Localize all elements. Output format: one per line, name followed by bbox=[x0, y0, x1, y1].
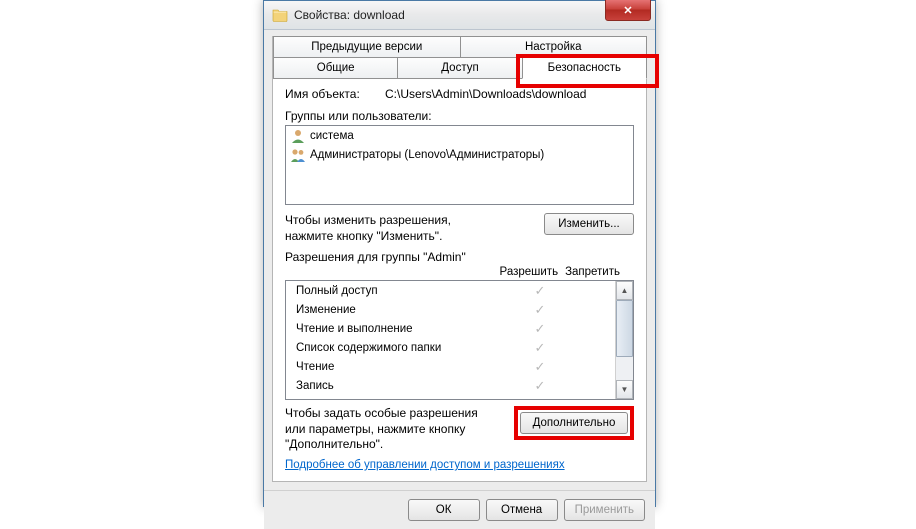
edit-button[interactable]: Изменить... bbox=[544, 213, 634, 235]
allow-header: Разрешить bbox=[500, 266, 559, 278]
list-item-label: Администраторы (Lenovo\Администраторы) bbox=[310, 149, 544, 161]
tab-row-2: Общие Доступ Безопасность bbox=[273, 58, 646, 79]
perm-row[interactable]: Запись ✓ bbox=[286, 376, 615, 395]
scroll-up-button[interactable]: ▲ bbox=[616, 281, 633, 300]
close-button[interactable]: ✕ bbox=[605, 0, 651, 21]
perm-name: Чтение и выполнение bbox=[286, 323, 515, 335]
apply-button[interactable]: Применить bbox=[564, 499, 645, 521]
edit-hint-text: Чтобы изменить разрешения, нажмите кнопк… bbox=[285, 213, 485, 244]
check-icon: ✓ bbox=[515, 302, 565, 318]
perm-name: Чтение bbox=[286, 361, 515, 373]
permissions-listbox: Полный доступ ✓ Изменение ✓ Чтение и вып… bbox=[285, 280, 634, 400]
titlebar[interactable]: Свойства: download ✕ bbox=[264, 1, 655, 30]
tab-security[interactable]: Безопасность bbox=[522, 57, 647, 79]
advanced-hint-text: Чтобы задать особые разрешения или парам… bbox=[285, 406, 495, 453]
dialog-footer: ОК Отмена Применить bbox=[264, 490, 655, 529]
user-icon bbox=[290, 128, 306, 144]
object-name-label: Имя объекта: bbox=[285, 87, 385, 101]
scrollbar[interactable]: ▲ ▼ bbox=[615, 281, 633, 399]
list-item-label: система bbox=[310, 130, 354, 142]
security-panel: Имя объекта: C:\Users\Admin\Downloads\do… bbox=[273, 79, 646, 477]
object-path: C:\Users\Admin\Downloads\download bbox=[385, 87, 586, 101]
list-item[interactable]: Администраторы (Lenovo\Администраторы) bbox=[286, 145, 633, 164]
perm-row[interactable]: Чтение и выполнение ✓ bbox=[286, 319, 615, 338]
perm-name: Запись bbox=[286, 380, 515, 392]
window-title: Свойства: download bbox=[294, 8, 405, 22]
tab-previous-versions[interactable]: Предыдущие версии bbox=[273, 36, 461, 58]
perm-row[interactable]: Чтение ✓ bbox=[286, 357, 615, 376]
perm-row[interactable]: Изменение ✓ bbox=[286, 300, 615, 319]
deny-header: Запретить bbox=[565, 266, 620, 278]
ok-button[interactable]: ОК bbox=[408, 499, 480, 521]
perm-row[interactable]: Полный доступ ✓ bbox=[286, 281, 615, 300]
list-item[interactable]: система bbox=[286, 126, 633, 145]
close-icon: ✕ bbox=[623, 4, 632, 17]
tab-sharing[interactable]: Доступ bbox=[397, 57, 522, 79]
groups-label: Группы или пользователи: bbox=[285, 109, 634, 123]
check-icon: ✓ bbox=[515, 359, 565, 375]
perm-row[interactable]: Список содержимого папки ✓ bbox=[286, 338, 615, 357]
scroll-thumb[interactable] bbox=[616, 300, 633, 357]
perm-name: Полный доступ bbox=[286, 285, 515, 297]
folder-icon bbox=[272, 7, 288, 23]
permissions-label: Разрешения для группы "Admin" bbox=[285, 250, 634, 264]
check-icon: ✓ bbox=[515, 378, 565, 394]
scroll-track[interactable] bbox=[616, 300, 633, 380]
properties-dialog: Свойства: download ✕ Предыдущие версии Н… bbox=[263, 0, 656, 507]
tab-customize[interactable]: Настройка bbox=[460, 36, 648, 58]
highlight-advanced-button: Дополнительно bbox=[514, 406, 634, 440]
tab-row-1: Предыдущие версии Настройка bbox=[273, 37, 646, 58]
tab-general[interactable]: Общие bbox=[273, 57, 398, 79]
groups-listbox[interactable]: система Администраторы (Lenovo\Администр… bbox=[285, 125, 634, 205]
perm-name: Изменение bbox=[286, 304, 515, 316]
check-icon: ✓ bbox=[515, 283, 565, 299]
cancel-button[interactable]: Отмена bbox=[486, 499, 558, 521]
check-icon: ✓ bbox=[515, 340, 565, 356]
advanced-button[interactable]: Дополнительно bbox=[520, 412, 628, 434]
users-icon bbox=[290, 147, 306, 163]
scroll-down-button[interactable]: ▼ bbox=[616, 380, 633, 399]
permissions-header: Разрешить Запретить bbox=[285, 266, 634, 278]
perm-name: Список содержимого папки bbox=[286, 342, 515, 354]
check-icon: ✓ bbox=[515, 321, 565, 337]
object-name-row: Имя объекта: C:\Users\Admin\Downloads\do… bbox=[285, 87, 634, 101]
learn-more-link[interactable]: Подробнее об управлении доступом и разре… bbox=[285, 459, 565, 471]
